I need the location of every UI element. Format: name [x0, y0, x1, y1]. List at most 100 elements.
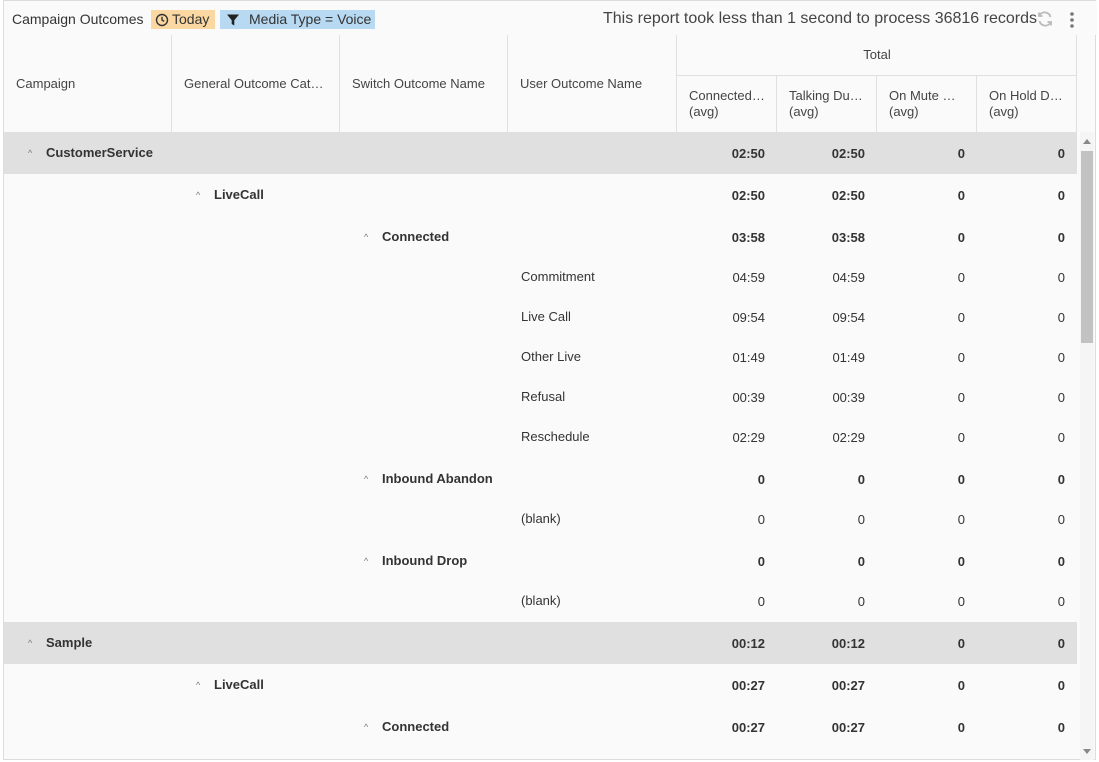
cell-value: 0: [957, 472, 965, 487]
time-filter-label: Today: [172, 11, 210, 27]
cell-value: 0: [757, 594, 765, 609]
chevron-up-icon[interactable]: ^: [364, 722, 368, 732]
column-header-on-hold-duration-agg: (avg): [989, 104, 1019, 119]
column-header-on-mute-duration-label: On Mute Duration: [889, 88, 961, 103]
table-header: Campaign General Outcome Category Switch…: [4, 35, 1077, 133]
column-header-connected-duration-agg: (avg): [689, 104, 719, 119]
chevron-up-icon[interactable]: ^: [28, 638, 32, 648]
cell-value: 02:50: [731, 188, 765, 203]
cell-value: 0: [1057, 146, 1065, 161]
chevron-up-icon[interactable]: ^: [196, 190, 200, 200]
cell-value: 0: [957, 636, 965, 651]
cell-value: 03:58: [831, 230, 865, 245]
cell-value: 0: [1057, 188, 1065, 203]
column-header-general-outcome[interactable]: General Outcome Category: [172, 35, 340, 132]
row-label[interactable]: LiveCall: [214, 677, 264, 692]
cell-value: 0: [857, 554, 865, 569]
cell-value: 00:12: [731, 636, 765, 651]
media-type-filter-chip[interactable]: Media Type = Voice: [220, 10, 375, 29]
cell-value: 0: [1057, 270, 1065, 285]
report-toolbar: Campaign Outcomes Today Media Type = Voi…: [4, 1, 1097, 35]
cell-value: 0: [957, 146, 965, 161]
filter-icon: [227, 14, 239, 26]
cell-value: 0: [957, 430, 965, 445]
chevron-up-icon[interactable]: ^: [364, 474, 368, 484]
chevron-up-icon[interactable]: ^: [196, 680, 200, 690]
subgroup-row: ^ Connected 00:27 00:27 0 0: [4, 706, 1077, 748]
refresh-button[interactable]: [1035, 9, 1055, 29]
column-header-connected-duration-label: Connected Duration: [689, 88, 765, 103]
cell-value: 02:50: [831, 188, 865, 203]
cell-value: 0: [957, 310, 965, 325]
column-header-talking-duration-label: Talking Duration: [789, 88, 865, 103]
row-label[interactable]: Sample: [46, 635, 92, 650]
column-header-on-hold-duration[interactable]: On Hold Duration (avg): [977, 76, 1077, 132]
cell-value: 00:12: [831, 636, 865, 651]
cell-value: 0: [957, 350, 965, 365]
column-header-connected-duration[interactable]: Connected Duration (avg): [677, 76, 777, 132]
column-header-user-outcome[interactable]: User Outcome Name: [508, 35, 677, 132]
row-label: Other Live: [521, 349, 581, 364]
column-header-on-mute-duration[interactable]: On Mute Duration (avg): [877, 76, 977, 132]
cell-value: 0: [1057, 554, 1065, 569]
cell-value: 00:27: [831, 720, 865, 735]
more-options-button[interactable]: [1065, 10, 1079, 30]
cell-value: 0: [857, 512, 865, 527]
cell-value: 09:54: [732, 310, 765, 325]
cell-value: 00:39: [732, 390, 765, 405]
cell-value: 0: [957, 720, 965, 735]
cell-value: 0: [1057, 310, 1065, 325]
cell-value: 0: [1057, 390, 1065, 405]
row-label[interactable]: Connected: [382, 719, 449, 734]
cell-value: 0: [1057, 512, 1065, 527]
cell-value: 0: [957, 554, 965, 569]
row-label[interactable]: Connected: [382, 229, 449, 244]
cell-value: 0: [1057, 230, 1065, 245]
cell-value: 0: [1057, 636, 1065, 651]
column-header-user-outcome-label: User Outcome Name: [520, 76, 643, 91]
cell-value: 02:29: [832, 430, 865, 445]
cell-value: 04:59: [832, 270, 865, 285]
column-group-total-label: Total: [863, 47, 891, 62]
row-label[interactable]: CustomerService: [46, 145, 153, 160]
scroll-down-arrow-icon[interactable]: [1083, 749, 1091, 754]
time-filter-chip[interactable]: Today: [151, 10, 215, 29]
row-label: (blank): [521, 511, 561, 526]
subgroup-row: ^ LiveCall 02:50 02:50 0 0: [4, 174, 1077, 216]
cell-value: 0: [757, 554, 765, 569]
subgroup-row: ^ Inbound Drop 0 0 0 0: [4, 540, 1077, 582]
row-label: Reschedule: [521, 429, 590, 444]
column-header-talking-duration[interactable]: Talking Duration (avg): [777, 76, 877, 132]
cell-value: 0: [757, 472, 765, 487]
cell-value: 00:27: [831, 678, 865, 693]
cell-value: 0: [1057, 350, 1065, 365]
table-row: Commitment 04:59 04:59 0 0: [4, 258, 1077, 298]
cell-value: 04:59: [732, 270, 765, 285]
table-row: Reschedule 02:29 02:29 0 0: [4, 418, 1077, 458]
cell-value: 09:54: [832, 310, 865, 325]
cell-value: 0: [1057, 720, 1065, 735]
chevron-up-icon[interactable]: ^: [364, 232, 368, 242]
row-label[interactable]: Inbound Abandon: [382, 471, 493, 486]
row-label: Refusal: [521, 389, 566, 404]
chevron-up-icon[interactable]: ^: [28, 148, 32, 158]
scroll-up-arrow-icon[interactable]: [1083, 139, 1091, 144]
column-header-switch-outcome[interactable]: Switch Outcome Name: [340, 35, 508, 132]
pivot-table-body: ^ CustomerService 02:50 02:50 0 0 ^ LiveCall 02:…: [4, 132, 1077, 761]
column-header-campaign[interactable]: Campaign: [4, 35, 172, 132]
row-label[interactable]: LiveCall: [214, 187, 264, 202]
cell-value: 0: [1057, 430, 1065, 445]
chevron-up-icon[interactable]: ^: [364, 556, 368, 566]
more-vertical-icon: [1070, 12, 1074, 28]
refresh-icon: [1038, 11, 1052, 27]
vertical-scrollbar[interactable]: [1080, 132, 1094, 760]
group-row: ^ CustomerService 02:50 02:50 0 0: [4, 132, 1077, 174]
row-label: (blank): [521, 593, 561, 608]
row-label[interactable]: Inbound Drop: [382, 553, 467, 568]
media-type-filter-label: Media Type = Voice: [249, 11, 372, 27]
cell-value: 0: [957, 594, 965, 609]
cell-value: 01:49: [832, 350, 865, 365]
column-header-talking-duration-agg: (avg): [789, 104, 819, 119]
scrollbar-thumb[interactable]: [1081, 151, 1093, 343]
cell-value: 0: [957, 512, 965, 527]
